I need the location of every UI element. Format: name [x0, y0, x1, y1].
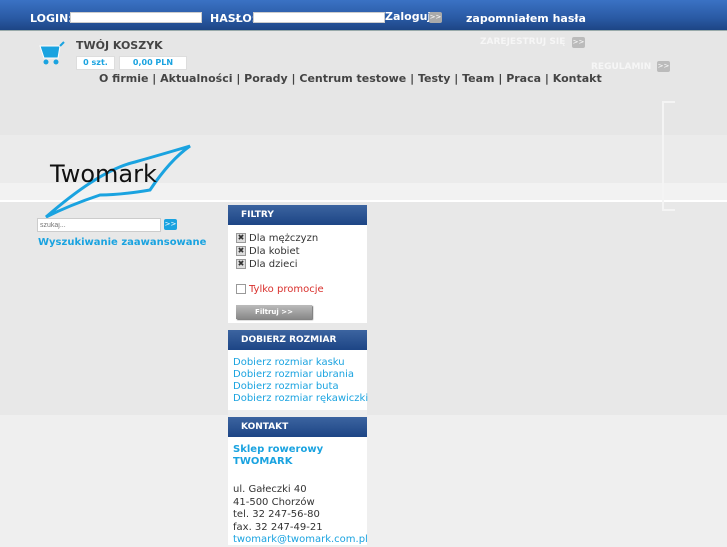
register-arrow-icon[interactable]: >>	[572, 37, 585, 48]
password-input[interactable]	[253, 12, 385, 23]
contact-header: KONTAKT	[228, 417, 367, 437]
nav-centrum-testowe[interactable]: Centrum testowe	[299, 72, 406, 85]
advanced-search-link[interactable]: Wyszukiwanie zaawansowane	[38, 237, 206, 248]
filter-promo[interactable]: Tylko promocje	[236, 284, 324, 295]
nav-porady[interactable]: Porady	[244, 72, 288, 85]
checkbox-checked-icon[interactable]: ✖	[236, 246, 246, 256]
register-link[interactable]: ZAREJESTRUJ SIĘ	[480, 37, 565, 47]
nav-team[interactable]: Team	[462, 72, 494, 85]
nav-aktualnosci[interactable]: Aktualności	[160, 72, 232, 85]
login-button[interactable]: Zaloguj	[385, 10, 431, 23]
login-input[interactable]	[70, 12, 202, 23]
size-helmet-link[interactable]: Dobierz rozmiar kasku	[233, 357, 368, 369]
filter-list: ✖ Dla mężczyzn ✖ Dla kobiet ✖ Dla dzieci	[236, 232, 318, 271]
forgot-password-link[interactable]: zapomniałem hasła	[466, 12, 586, 25]
nav-kontakt[interactable]: Kontakt	[553, 72, 602, 85]
login-arrow-icon[interactable]: >>	[429, 12, 442, 23]
contact-name-2: TWOMARK	[233, 456, 293, 467]
size-gloves-link[interactable]: Dobierz rozmiar rękawiczki	[233, 393, 368, 405]
rules-link[interactable]: REGULAMIN	[591, 62, 651, 72]
nav-praca[interactable]: Praca	[506, 72, 541, 85]
twomark-logo[interactable]: Twomark	[40, 140, 200, 220]
contact-address: ul. Gałeczki 40 41-500 Chorzów tel. 32 2…	[233, 484, 368, 545]
search-input[interactable]	[37, 218, 161, 232]
size-clothing-link[interactable]: Dobierz rozmiar ubrania	[233, 369, 368, 381]
size-shoe-link[interactable]: Dobierz rozmiar buta	[233, 381, 368, 393]
rules-arrow-icon[interactable]: >>	[657, 61, 670, 72]
filter-men[interactable]: ✖ Dla mężczyzn	[236, 232, 318, 245]
filter-kids[interactable]: ✖ Dla dzieci	[236, 258, 318, 271]
login-label: LOGIN:	[30, 12, 73, 25]
checkbox-checked-icon[interactable]: ✖	[236, 259, 246, 269]
main-nav: O firmie | Aktualności | Porady | Centru…	[99, 72, 602, 85]
checkbox-unchecked-icon[interactable]	[236, 284, 246, 294]
checkbox-checked-icon[interactable]: ✖	[236, 233, 246, 243]
size-header: DOBIERZ ROZMIAR	[228, 330, 367, 350]
search-button[interactable]: >>	[164, 219, 177, 230]
cart-icon[interactable]	[38, 40, 68, 66]
filter-button[interactable]: Filtruj >>	[236, 305, 312, 319]
cart-total: 0,00 PLN	[119, 56, 187, 70]
banner-frame	[662, 101, 675, 211]
cart-count: 0 szt.	[76, 56, 115, 70]
filters-header: FILTRY	[228, 205, 367, 225]
nav-testy[interactable]: Testy	[418, 72, 450, 85]
nav-o-firmie[interactable]: O firmie	[99, 72, 148, 85]
cart-title[interactable]: TWÓJ KOSZYK	[76, 39, 163, 52]
svg-text:Twomark: Twomark	[49, 160, 157, 188]
size-links: Dobierz rozmiar kasku Dobierz rozmiar ub…	[233, 357, 368, 405]
filter-women[interactable]: ✖ Dla kobiet	[236, 245, 318, 258]
password-label: HASŁO:	[210, 12, 257, 25]
contact-name: Sklep rowerowy	[233, 444, 324, 455]
